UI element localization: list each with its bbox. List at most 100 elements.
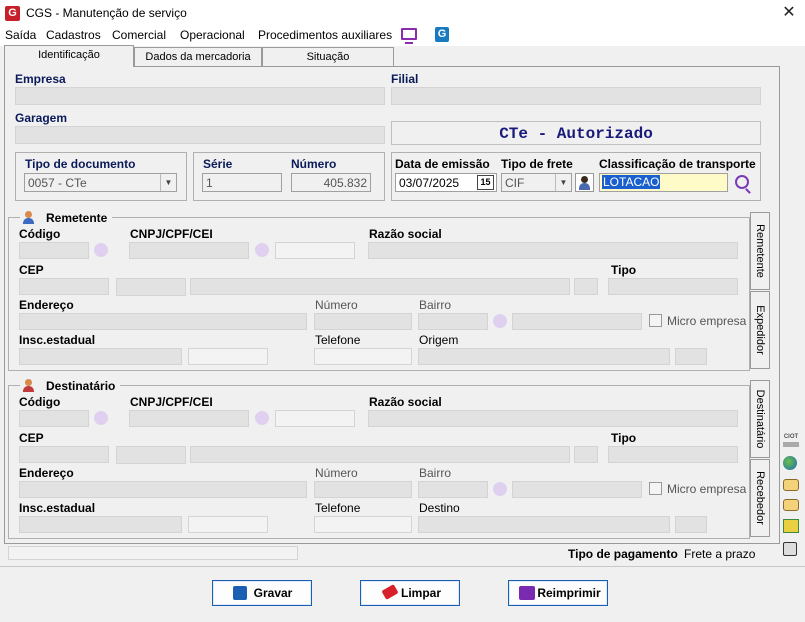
rem-numero-label: Número — [315, 298, 358, 312]
search-icon[interactable] — [493, 314, 507, 328]
rem-tipo-field[interactable] — [608, 278, 738, 295]
numero-field[interactable]: 405.832 — [291, 173, 371, 192]
menu-saida[interactable]: Saída — [5, 28, 36, 42]
tab-dados-mercadoria[interactable]: Dados da mercadoria — [134, 47, 262, 66]
menu-comercial[interactable]: Comercial — [112, 28, 166, 42]
footer-blurred-info — [8, 546, 298, 560]
dest-insc-field[interactable] — [19, 516, 182, 533]
dest-tipo-field[interactable] — [608, 446, 738, 463]
dest-endereco-field[interactable] — [19, 481, 307, 498]
dest-telefone-field[interactable] — [314, 516, 412, 533]
rem-cep-field[interactable] — [19, 278, 109, 295]
rem-numero-field[interactable] — [314, 313, 412, 330]
search-icon[interactable] — [255, 243, 269, 257]
dest-destino-field[interactable] — [418, 516, 670, 533]
dest-cep-button[interactable] — [116, 446, 186, 464]
dest-razao-field[interactable] — [368, 410, 738, 427]
dest-cnpj-field[interactable] — [129, 410, 249, 427]
dest-insc-label: Insc.estadual — [19, 501, 96, 515]
rem-codigo-field[interactable] — [19, 242, 89, 259]
calendar-icon[interactable]: 15 — [477, 175, 494, 190]
dest-micro-checkbox[interactable] — [649, 482, 662, 495]
menu-procedimentos[interactable]: Procedimentos auxiliares — [258, 28, 392, 42]
dest-uf-field[interactable] — [574, 446, 598, 463]
chevron-down-icon[interactable]: ▼ — [555, 174, 571, 191]
person-edit-icon[interactable] — [783, 542, 797, 556]
rem-insc-field[interactable] — [19, 348, 182, 365]
rem-blur-option — [275, 242, 355, 259]
dest-codigo-field[interactable] — [19, 410, 89, 427]
rem-origem-field[interactable] — [418, 348, 670, 365]
dest-bairro-code[interactable] — [418, 481, 488, 498]
rem-blur-option-2 — [188, 348, 268, 365]
empresa-field[interactable] — [15, 87, 385, 105]
chevron-down-icon[interactable]: ▼ — [160, 174, 176, 191]
serie-field[interactable]: 1 — [202, 173, 282, 192]
person-icon — [22, 379, 35, 392]
ciot-bar — [783, 442, 799, 447]
group-users-icon[interactable] — [783, 519, 799, 533]
menu-cadastros[interactable]: Cadastros — [46, 28, 101, 42]
rem-razao-field[interactable] — [368, 242, 738, 259]
search-icon[interactable] — [94, 243, 108, 257]
app-logo-icon: G — [5, 6, 20, 21]
user-search-icon[interactable] — [575, 173, 594, 192]
dest-cep-field[interactable] — [19, 446, 109, 463]
rem-micro-checkbox[interactable] — [649, 314, 662, 327]
save-icon — [233, 586, 247, 600]
dest-bairro-field[interactable] — [512, 481, 642, 498]
tab-situacao[interactable]: Situação — [262, 47, 394, 66]
tab-identificacao[interactable]: Identificação — [4, 45, 134, 67]
menu-operacional[interactable]: Operacional — [180, 28, 245, 42]
vtab-remetente[interactable]: Remetente — [750, 212, 770, 290]
rem-codigo-label: Código — [19, 227, 61, 241]
monitor-stand — [405, 42, 413, 44]
search-icon[interactable] — [255, 411, 269, 425]
search-icon[interactable] — [735, 175, 749, 189]
gravar-button[interactable]: Gravar — [212, 580, 312, 606]
garagem-field[interactable] — [15, 126, 385, 144]
dest-numero-field[interactable] — [314, 481, 412, 498]
dest-blur-option-2 — [188, 516, 268, 533]
search-icon[interactable] — [493, 482, 507, 496]
vtab-expedidor[interactable]: Expedidor — [750, 291, 770, 369]
rem-uf-field[interactable] — [574, 278, 598, 295]
rem-cep-button[interactable] — [116, 278, 186, 296]
rem-origem-uf[interactable] — [675, 348, 707, 365]
dest-telefone-label: Telefone — [315, 501, 361, 515]
classificacao-label: Classificação de transporte — [599, 157, 756, 171]
close-button[interactable]: ✕ — [778, 2, 800, 24]
rem-cnpj-field[interactable] — [129, 242, 249, 259]
printer-icon — [519, 586, 535, 600]
vtab-destinatario[interactable]: Destinatário — [750, 380, 770, 458]
monitor-icon[interactable] — [401, 28, 417, 40]
rem-endereco-field[interactable] — [19, 313, 307, 330]
tipo-documento-select[interactable]: 0057 - CTe — [24, 173, 177, 192]
rem-micro-label: Micro empresa — [667, 314, 747, 328]
dest-bairro-label: Bairro — [419, 466, 452, 480]
rem-razao-label: Razão social — [369, 227, 442, 241]
filial-field[interactable] — [391, 87, 761, 105]
rem-bairro-code[interactable] — [418, 313, 488, 330]
reimprimir-button[interactable]: Reimprimir — [508, 580, 608, 606]
destinatario-title: Destinatário — [46, 379, 116, 393]
g-app-icon[interactable]: G — [435, 27, 449, 42]
rem-bairro-field[interactable] — [512, 313, 642, 330]
dest-cep-label: CEP — [19, 431, 44, 445]
classificacao-field[interactable]: LOTACAO — [599, 173, 728, 192]
dest-codigo-label: Código — [19, 395, 61, 409]
serie-label: Série — [203, 157, 233, 171]
dest-cnpj-label: CNPJ/CPF/CEI — [130, 395, 213, 409]
hand-point-icon[interactable] — [783, 479, 799, 491]
rem-cidade-field[interactable] — [190, 278, 570, 295]
person-icon — [22, 211, 35, 224]
data-emissao-label: Data de emissão — [395, 157, 490, 171]
dest-cidade-field[interactable] — [190, 446, 570, 463]
vtab-recebedor[interactable]: Recebedor — [750, 459, 770, 537]
limpar-button[interactable]: Limpar — [360, 580, 460, 606]
rem-telefone-field[interactable] — [314, 348, 412, 365]
hand-back-icon[interactable] — [783, 499, 799, 511]
dest-destino-uf[interactable] — [675, 516, 707, 533]
search-icon[interactable] — [94, 411, 108, 425]
globe-icon[interactable] — [783, 456, 797, 470]
